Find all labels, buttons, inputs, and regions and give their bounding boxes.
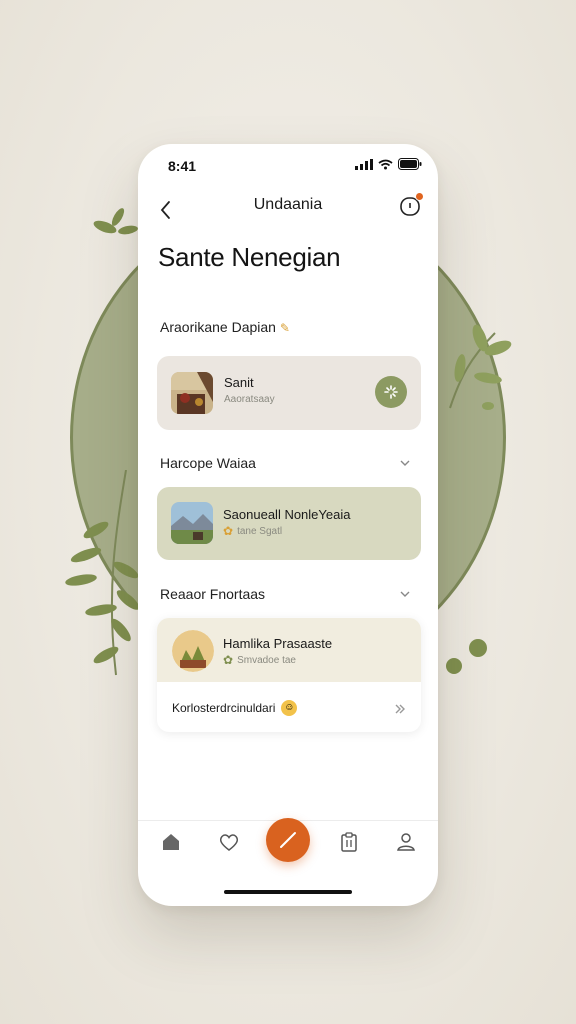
card-title: Sanit <box>224 375 254 390</box>
list-item[interactable]: Hamlika Prasaaste ✿ Smvadoe tae <box>157 618 421 682</box>
card-subtitle: Smvadoe tae <box>237 654 296 666</box>
create-button[interactable] <box>266 818 310 862</box>
nav-title: Undaania <box>253 196 323 213</box>
profile-icon[interactable] <box>394 830 418 854</box>
berries-icon <box>446 639 487 674</box>
section-heading-1: Araorikane Dapian ✎ <box>160 319 290 335</box>
thumbnail-image <box>171 372 213 414</box>
heart-icon[interactable] <box>217 830 241 854</box>
section-heading-2: Harcope Waiaa <box>160 455 256 471</box>
section-heading-label: Araorikane Dapian <box>160 319 276 335</box>
chevron-down-icon[interactable] <box>398 456 412 470</box>
page-title: Sante Nenegian <box>158 242 341 272</box>
section-heading-3: Reaaor Fnortaas <box>160 586 266 602</box>
card-footer[interactable]: Korlosterdrcinuldari ☺ <box>172 700 298 716</box>
thumbnail-image <box>172 630 214 672</box>
chevron-down-icon[interactable] <box>398 587 412 601</box>
card-title: Saonueall NonleYeaia <box>223 507 351 522</box>
sparkle-button[interactable] <box>375 376 407 408</box>
leaf-branch-right-icon <box>449 324 512 410</box>
card-meta: ✿ tane Sgatl <box>223 524 282 538</box>
status-time: 8:41 <box>168 158 197 174</box>
list-item[interactable]: Saonueall NonleYeaia ✿ tane Sgatl <box>157 487 421 560</box>
battery-icon <box>398 158 422 170</box>
notification-badge <box>415 192 424 201</box>
card-subtitle: Aaoratsaay <box>224 394 275 405</box>
home-icon[interactable] <box>159 830 183 854</box>
smiley-icon: ☺ <box>281 700 298 716</box>
status-bar: 8:41 <box>138 144 438 188</box>
expanded-card: Hamlika Prasaaste ✿ Smvadoe tae Korloste… <box>157 618 421 732</box>
double-chevron-right-icon[interactable] <box>393 702 407 716</box>
thumbnail-image <box>171 502 213 544</box>
card-title: Hamlika Prasaaste <box>223 636 333 651</box>
status-icons <box>355 158 422 170</box>
pencil-icon: ✎ <box>279 321 290 335</box>
card-subtitle: tane Sgatl <box>237 525 283 537</box>
wifi-icon <box>378 159 393 169</box>
edit-icon <box>280 832 296 848</box>
leaf-sprig-top-icon <box>93 208 138 235</box>
clipboard-icon[interactable] <box>337 830 361 854</box>
signal-icon <box>355 158 373 170</box>
sprout-icon: ✿ <box>223 653 234 667</box>
home-indicator[interactable] <box>224 890 352 894</box>
sprout-icon: ✿ <box>223 524 234 538</box>
leaf-branch-left-icon <box>65 470 140 676</box>
card-meta: ✿ Smvadoe tae <box>223 653 296 667</box>
footer-text: Korlosterdrcinuldari <box>172 701 276 715</box>
phone-screen: 8:41 Undaania Sante Nenegian Araorikane … <box>138 144 438 906</box>
notification-button[interactable] <box>398 192 424 220</box>
list-item[interactable]: Sanit Aaoratsaay <box>157 356 421 430</box>
sparkle-icon <box>384 385 398 399</box>
